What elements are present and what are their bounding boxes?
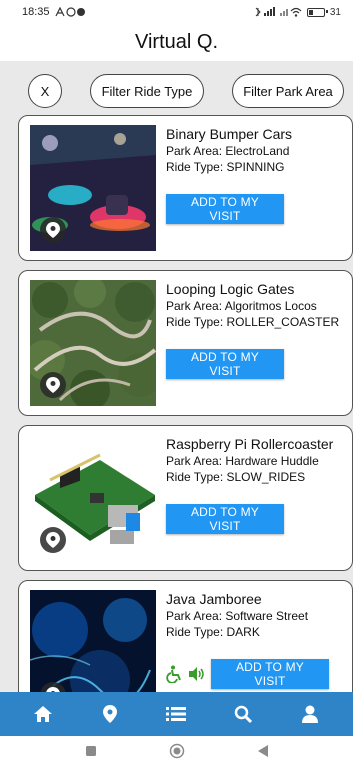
ride-type: Ride Type: DARK [166,625,260,639]
location-pin-icon[interactable] [40,217,66,243]
battery-level: 31 [329,6,341,18]
nav-list-icon[interactable] [156,694,196,734]
ride-type: Ride Type: SLOW_RIDES [166,470,306,484]
status-time: 18:35 [22,6,50,18]
ride-name: Java Jamboree [166,591,262,607]
filter-park-area-button[interactable]: Filter Park Area [232,74,344,108]
back-icon[interactable] [257,744,269,758]
alarm-icon [54,7,85,17]
nav-location-pin-icon[interactable] [90,694,130,734]
status-bar: 18:35 31 [0,0,353,24]
accessibility-icons [166,665,206,683]
wheelchair-icon [166,665,181,683]
ride-name: Binary Bumper Cars [166,126,293,142]
audio-icon [189,667,204,681]
system-nav-bar [0,736,353,765]
dark-ride-photo [30,590,156,692]
add-to-visit-button[interactable]: ADD TO MY VISIT [166,194,284,224]
ride-list-area[interactable]: X Filter Ride Type Filter Park Area Bina… [0,61,353,692]
recents-icon[interactable] [85,745,97,757]
filter-bar: X Filter Ride Type Filter Park Area [0,61,353,111]
add-to-visit-button[interactable]: ADD TO MY VISIT [211,659,329,689]
bottom-nav [0,692,353,736]
ride-card[interactable]: Looping Logic Gates Park Area: Algoritmo… [18,270,353,416]
location-pin-icon[interactable] [40,372,66,398]
clear-filters-button[interactable]: X [28,74,62,108]
ride-type: Ride Type: ROLLER_COASTER [166,315,340,329]
ride-card[interactable]: Java Jamboree Park Area: Software Street… [18,580,353,692]
ride-card[interactable]: Binary Bumper Cars Park Area: ElectroLan… [18,115,353,261]
nav-home-icon[interactable] [23,694,63,734]
roller-coaster-photo [30,280,156,406]
status-left: 18:35 [22,6,85,18]
add-to-visit-button[interactable]: ADD TO MY VISIT [166,504,284,534]
status-right: 31 [254,7,341,18]
ride-info: Binary Bumper Cars Park Area: ElectroLan… [166,125,348,175]
ride-type: Ride Type: SPINNING [166,160,285,174]
home-button-icon[interactable] [169,743,185,759]
ride-info: Raspberry Pi Rollercoaster Park Area: Ha… [166,435,348,485]
filter-ride-type-button[interactable]: Filter Ride Type [90,74,204,108]
bumper-cars-photo [30,125,156,251]
add-to-visit-button[interactable]: ADD TO MY VISIT [166,349,284,379]
signal-icon [255,7,302,17]
ride-info: Java Jamboree Park Area: Software Street… [166,590,348,640]
ride-park-area: Park Area: Algoritmos Locos [166,299,317,313]
ride-park-area: Park Area: Software Street [166,609,309,623]
ride-card[interactable]: Raspberry Pi Rollercoaster Park Area: Ha… [18,425,353,571]
ride-name: Raspberry Pi Rollercoaster [166,436,334,452]
ride-name: Looping Logic Gates [166,281,295,297]
ride-park-area: Park Area: Hardware Huddle [166,454,319,468]
ride-info: Looping Logic Gates Park Area: Algoritmo… [166,280,348,330]
nav-search-icon[interactable] [223,694,263,734]
circuit-board-photo [30,435,156,561]
app-title: Virtual Q. [135,30,218,53]
battery-icon [306,7,328,17]
nav-user-icon[interactable] [290,694,330,734]
app-header: Virtual Q. [0,24,353,60]
location-pin-icon[interactable] [40,527,66,553]
ride-park-area: Park Area: ElectroLand [166,144,290,158]
